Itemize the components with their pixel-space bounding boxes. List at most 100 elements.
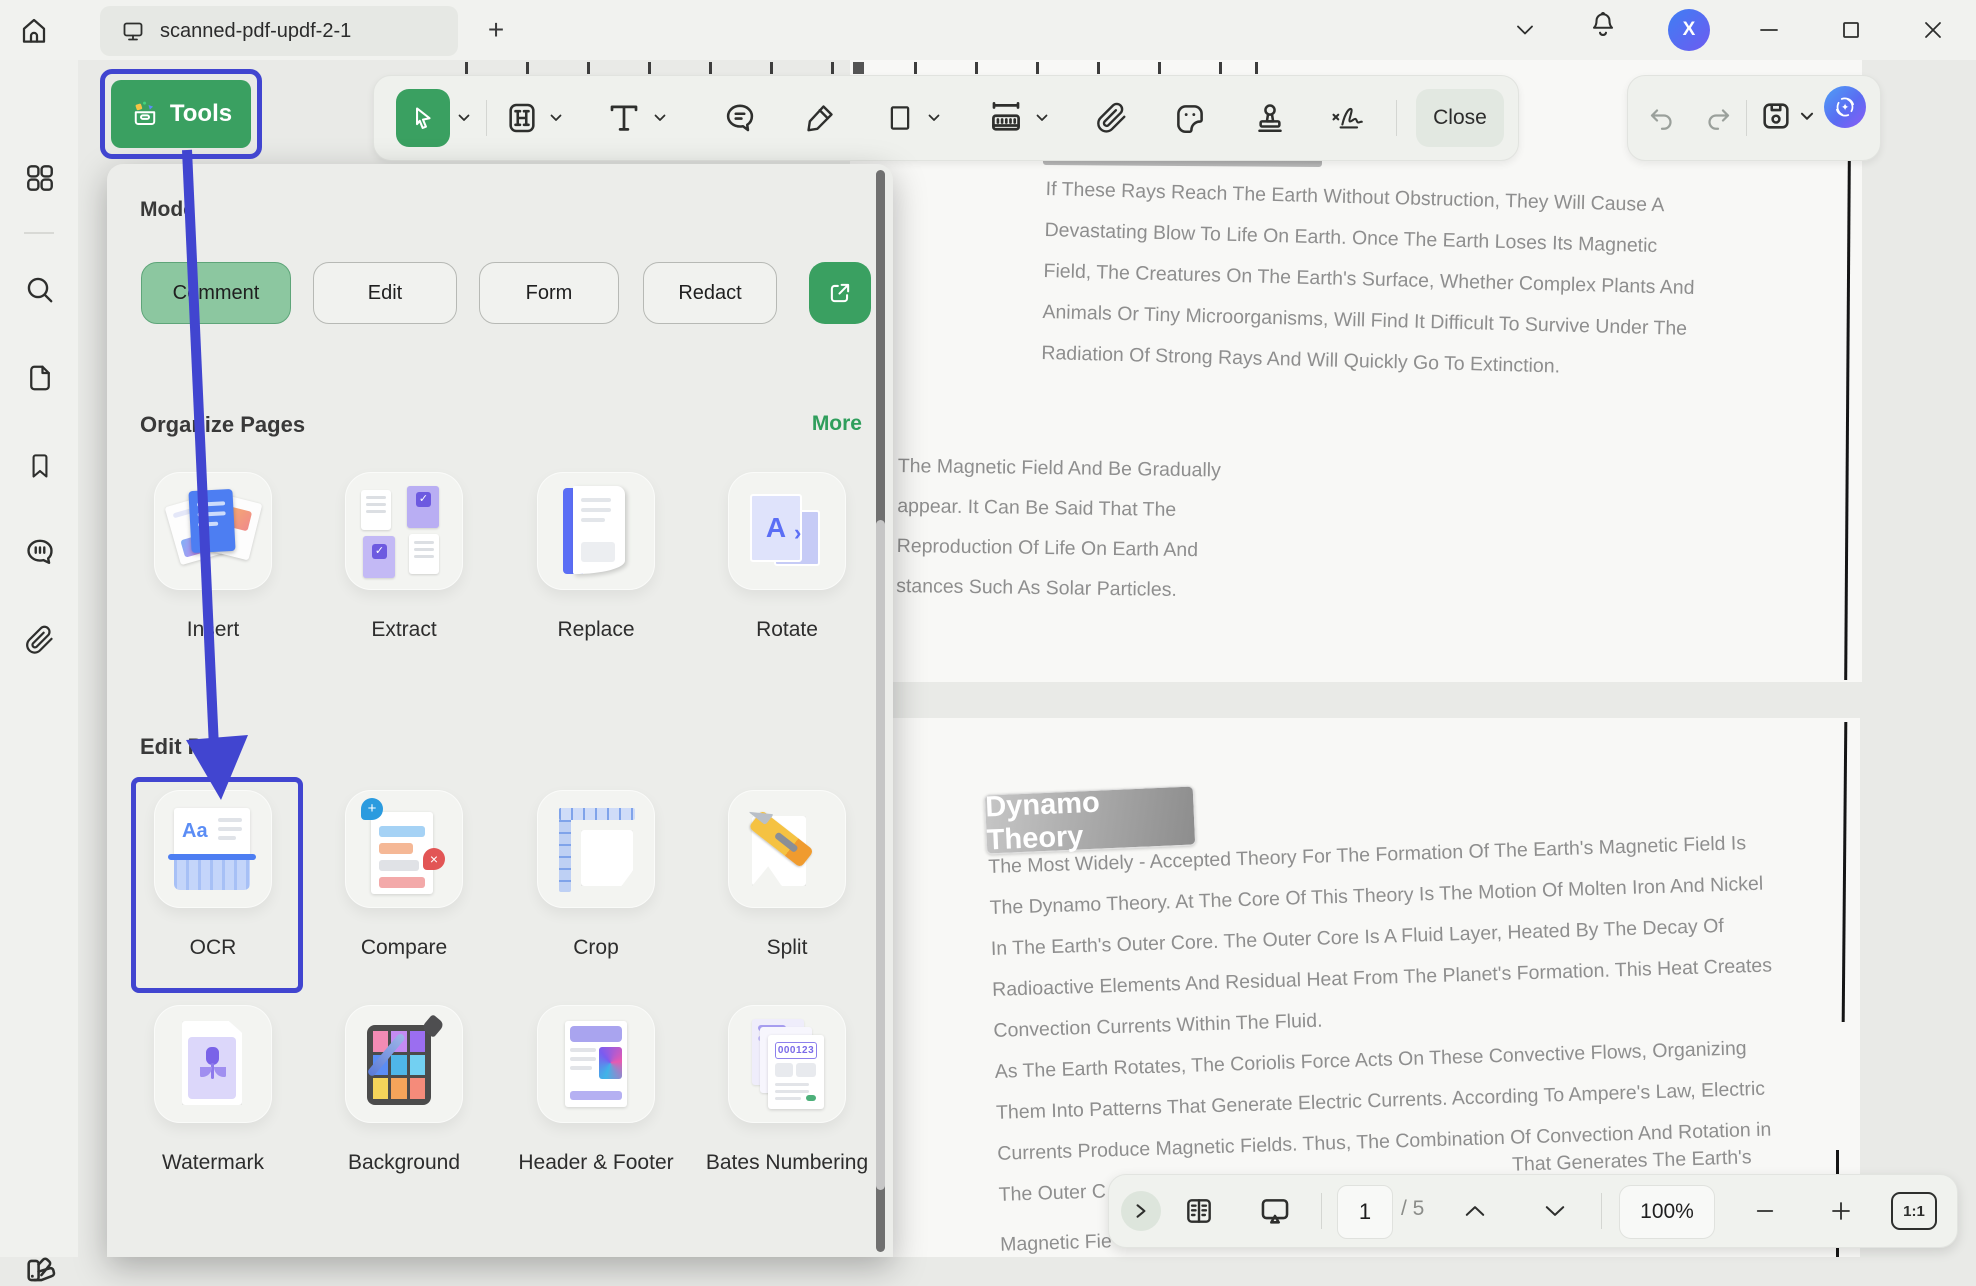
mode-comment-button[interactable]: Comment <box>141 262 291 324</box>
home-button[interactable] <box>14 12 54 50</box>
ai-star-glyph: ✦ <box>1841 103 1849 114</box>
edit-section-heading: Edit P <box>140 734 202 760</box>
shape-tool-chevron[interactable] <box>928 114 940 122</box>
document-tab[interactable]: scanned-pdf-updf-2-1 <box>100 6 458 56</box>
tile-insert[interactable] <box>154 472 272 590</box>
compare-remove-pin: × <box>423 848 445 870</box>
tile-replace-label: Replace <box>511 616 681 643</box>
panel-scrollbar-thumb[interactable] <box>876 520 885 1190</box>
next-page-chevron[interactable] <box>1535 1191 1575 1231</box>
attachments-icon[interactable] <box>22 622 58 658</box>
toolbar-divider <box>1396 100 1397 136</box>
tools-panel: Mode Comment Edit Form Redact Organize P… <box>107 164 893 1257</box>
toolbox-icon <box>130 100 160 128</box>
text-tool-icon[interactable] <box>604 98 644 138</box>
save-icon[interactable] <box>1756 96 1796 136</box>
new-tab-button[interactable]: + <box>478 12 514 48</box>
tile-header-footer-label: Header & Footer <box>511 1149 681 1176</box>
tile-compare[interactable]: + × <box>345 790 463 908</box>
toolbar-divider <box>1746 100 1747 136</box>
search-icon[interactable] <box>22 272 58 308</box>
signature-tool-icon[interactable] <box>1330 98 1370 138</box>
attach-tool-icon[interactable] <box>1092 98 1132 138</box>
shape-tool-icon[interactable] <box>880 98 920 138</box>
tile-crop[interactable] <box>537 790 655 908</box>
doc-line: Reproduction Of Life On Earth And <box>897 535 1199 562</box>
apps-grid-icon[interactable] <box>22 160 58 196</box>
compare-add-pin: + <box>361 798 383 820</box>
tile-rotate[interactable]: A › <box>728 472 846 590</box>
tools-button-label: Tools <box>170 100 232 128</box>
comments-panel-icon[interactable] <box>22 534 58 570</box>
tile-background[interactable] <box>345 1005 463 1123</box>
tile-rotate-label: Rotate <box>702 616 872 643</box>
previous-page-chevron[interactable] <box>1455 1191 1495 1231</box>
mode-edit-button[interactable]: Edit <box>313 262 457 324</box>
page2-section-title: Dynamo Theory <box>984 785 1196 854</box>
tile-split[interactable] <box>728 790 846 908</box>
tile-bates-numbering-label: Bates Numbering <box>702 1149 872 1176</box>
doc-line: stances Such As Solar Particles. <box>896 575 1177 602</box>
page-number-input[interactable]: 1 <box>1337 1185 1393 1239</box>
monitor-icon <box>120 19 146 43</box>
doc-line: Magnetic Fie <box>1000 1230 1112 1256</box>
tile-header-footer[interactable] <box>537 1005 655 1123</box>
zoom-in-icon[interactable] <box>1821 1191 1861 1231</box>
ocr-highlight-box <box>131 777 303 993</box>
zoom-out-icon[interactable] <box>1745 1191 1785 1231</box>
open-mode-external-button[interactable] <box>809 262 871 324</box>
highlight-tool-chevron[interactable] <box>550 114 562 122</box>
maximize-button[interactable] <box>1834 14 1868 46</box>
doc-line: appear. It Can Be Said That The <box>897 495 1176 522</box>
highlight-tool-icon[interactable] <box>502 98 542 138</box>
tile-watermark-label: Watermark <box>128 1149 298 1176</box>
undo-icon[interactable] <box>1642 98 1682 138</box>
sticky-note-tool-icon[interactable] <box>720 98 760 138</box>
close-window-button[interactable] <box>1916 14 1950 46</box>
select-tool-button[interactable] <box>396 89 450 147</box>
redo-icon[interactable] <box>1698 98 1738 138</box>
tile-crop-label: Crop <box>511 934 681 961</box>
bookmarks-icon[interactable] <box>22 448 58 484</box>
sticker-tool-icon[interactable] <box>1170 98 1210 138</box>
mode-form-button[interactable]: Form <box>479 262 619 324</box>
annotation-toolbar: Close <box>373 75 1519 161</box>
tab-title: scanned-pdf-updf-2-1 <box>160 20 351 43</box>
left-sidebar <box>0 60 78 1257</box>
save-options-chevron[interactable] <box>1800 112 1814 121</box>
actual-size-button[interactable]: 1:1 <box>1891 1192 1937 1230</box>
tile-compare-label: Compare <box>319 934 489 961</box>
expand-bar-button[interactable] <box>1121 1191 1161 1231</box>
presentation-mode-icon[interactable] <box>1255 1191 1295 1231</box>
window-titlebar: scanned-pdf-updf-2-1 + X <box>0 0 1976 60</box>
zoom-level-input[interactable]: 100% <box>1619 1185 1715 1239</box>
bar-divider <box>1601 1193 1602 1229</box>
pencil-tool-icon[interactable] <box>800 98 840 138</box>
select-tool-chevron[interactable] <box>458 114 470 122</box>
tile-insert-label: Insert <box>128 616 298 643</box>
minimize-button[interactable] <box>1752 14 1786 46</box>
doc-line: The Magnetic Field And Be Gradually <box>898 455 1221 483</box>
tile-bates-numbering[interactable]: 000123 <box>728 1005 846 1123</box>
measure-tool-icon[interactable] <box>986 98 1026 138</box>
stamp-tool-icon[interactable] <box>1250 98 1290 138</box>
mode-redact-button[interactable]: Redact <box>643 262 777 324</box>
close-toolbar-button[interactable]: Close <box>1416 89 1504 147</box>
pages-panel-icon[interactable] <box>22 360 58 396</box>
text-tool-chevron[interactable] <box>654 114 666 122</box>
measure-tool-chevron[interactable] <box>1036 114 1048 122</box>
tile-watermark[interactable] <box>154 1005 272 1123</box>
organize-more-link[interactable]: More <box>780 412 862 436</box>
ai-assistant-button[interactable]: ✦ <box>1824 86 1866 128</box>
organize-pages-heading: Organize Pages <box>140 412 305 438</box>
thumbnail-view-icon[interactable] <box>1179 1191 1219 1231</box>
tools-button[interactable]: Tools <box>111 80 251 148</box>
mode-heading: Mode <box>140 198 195 222</box>
tile-replace[interactable] <box>537 472 655 590</box>
account-avatar[interactable]: X <box>1668 9 1710 51</box>
swatches-palette-icon[interactable] <box>22 1250 58 1286</box>
tile-extract[interactable]: ✓ ✓ <box>345 472 463 590</box>
tabs-chevron-button[interactable] <box>1508 14 1542 46</box>
bar-divider <box>1321 1193 1322 1229</box>
notifications-bell-icon[interactable] <box>1586 10 1620 42</box>
